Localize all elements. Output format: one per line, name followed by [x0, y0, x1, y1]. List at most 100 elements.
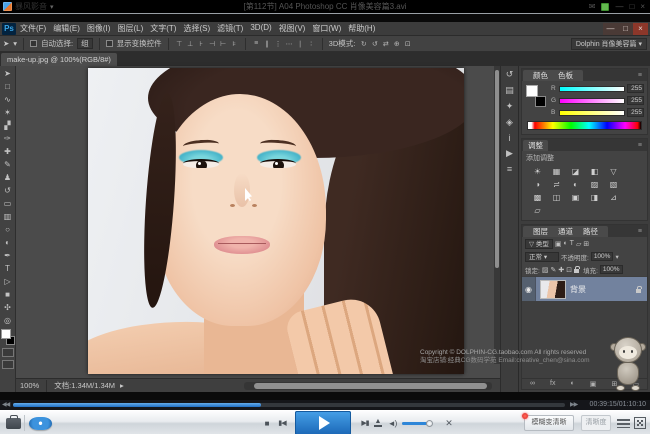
layer-filter-icon[interactable]: ◐ — [563, 240, 567, 248]
vertical-scrollbar[interactable] — [494, 66, 500, 364]
ps-close-button[interactable]: × — [633, 23, 648, 35]
adjustments-tab[interactable]: 调整 — [523, 140, 548, 151]
quick-select-tool[interactable]: ✶ — [1, 106, 15, 119]
panel-menu-icon[interactable]: ≡ — [633, 140, 647, 151]
threed-mode-icon[interactable]: ↻ — [359, 40, 368, 48]
fullscreen-button[interactable]: ✕ — [441, 411, 457, 434]
layers-panel-bottom-icon[interactable]: fx — [550, 380, 555, 388]
channel-slider[interactable] — [559, 86, 625, 92]
panel-tab[interactable]: 颜色 — [528, 70, 553, 81]
zoom-level[interactable]: 100% — [20, 381, 39, 390]
marquee-tool[interactable]: □ — [1, 80, 15, 93]
rewind-icon[interactable]: ◀◀ — [2, 401, 9, 408]
channel-value[interactable]: 255 — [627, 84, 644, 93]
channel-slider[interactable] — [559, 110, 625, 116]
layers-panel-bottom-icon[interactable]: ◐ — [571, 380, 575, 388]
layer-row-background[interactable]: ◉ 背景 — [522, 277, 647, 301]
show-transform-checkbox[interactable] — [106, 40, 113, 47]
align-icon[interactable]: ⊥ — [186, 40, 195, 48]
lasso-tool[interactable]: ∿ — [1, 93, 15, 106]
opacity-value[interactable]: 100% — [591, 252, 614, 261]
previous-button[interactable]: ▮◀ — [274, 411, 290, 434]
panel-tab[interactable]: 通道 — [553, 226, 578, 237]
eyedropper-tool[interactable]: ✑ — [1, 132, 15, 145]
fill-value[interactable]: 100% — [600, 265, 623, 274]
skin-button[interactable] — [601, 3, 609, 11]
layers-panel-bottom-icon[interactable]: ∞ — [530, 380, 535, 388]
align-icon[interactable]: ⊧ — [230, 40, 239, 48]
history-brush-tool[interactable]: ↺ — [1, 184, 15, 197]
adjustment-icon[interactable]: ◧ — [585, 165, 604, 178]
layer-name[interactable]: 背景 — [570, 284, 636, 295]
channel-slider[interactable] — [559, 98, 625, 104]
screen-mode-button[interactable] — [2, 360, 14, 369]
healing-brush-tool[interactable]: ✚ — [1, 145, 15, 158]
adjustment-icon[interactable]: ◫ — [547, 191, 566, 204]
layers-panel-bottom-icon[interactable]: ▣ — [590, 380, 597, 388]
foreground-color-swatch[interactable] — [1, 329, 11, 339]
tool-preset-caret-icon[interactable]: ▾ — [13, 39, 17, 48]
clone-stamp-tool[interactable]: ♟ — [1, 171, 15, 184]
auto-select-checkbox[interactable] — [30, 40, 37, 47]
clarity-enhance-button[interactable]: 模糊变清晰 — [524, 415, 574, 431]
align-icon[interactable]: ⊦ — [197, 40, 206, 48]
navigator-panel-icon[interactable]: ◈ — [506, 117, 513, 128]
lock-all-icon[interactable] — [574, 269, 579, 273]
volume-slider[interactable] — [402, 422, 430, 425]
distribute-icon[interactable]: ⋮ — [274, 40, 283, 48]
adjustment-icon[interactable]: ◪ — [566, 165, 585, 178]
distribute-icon[interactable]: ∶ — [307, 40, 316, 48]
playlist-icon[interactable] — [617, 419, 630, 428]
horizontal-scrollbar-thumb[interactable] — [254, 383, 487, 389]
opacity-caret-icon[interactable]: ▾ — [615, 253, 618, 261]
adjustment-icon[interactable]: ▽ — [604, 165, 623, 178]
styles-panel-icon[interactable]: ✦ — [506, 101, 514, 112]
threed-mode-icon[interactable]: ⇄ — [381, 40, 390, 48]
channel-value[interactable]: 255 — [627, 108, 644, 117]
gradient-tool[interactable]: ▥ — [1, 210, 15, 223]
threed-mode-icon[interactable]: ↺ — [370, 40, 379, 48]
toolbox-icon[interactable] — [6, 418, 21, 429]
close-button[interactable]: × — [640, 3, 645, 11]
adjustment-icon[interactable]: ▣ — [566, 191, 585, 204]
zoom-tool[interactable]: ◎ — [1, 314, 15, 327]
panel-tab[interactable]: 路径 — [578, 226, 603, 237]
channels-strip-icon[interactable]: ≡ — [507, 164, 512, 174]
maximize-button[interactable]: □ — [629, 3, 634, 11]
adjustment-icon[interactable]: ▩ — [528, 191, 547, 204]
app-menu-caret-icon[interactable]: ▾ — [50, 3, 54, 11]
color-swatches[interactable] — [1, 329, 15, 345]
lock-icon[interactable]: ✚ — [558, 266, 564, 274]
document-tab[interactable]: make-up.jpg @ 100%(RGB/8#) — [1, 53, 117, 66]
adjustment-icon[interactable]: ▦ — [547, 165, 566, 178]
photo-makeup-portrait[interactable] — [88, 68, 464, 374]
adjustment-icon[interactable]: ▱ — [528, 204, 547, 217]
lock-icon[interactable]: ✎ — [550, 266, 556, 274]
layer-filter-icon[interactable]: ▱ — [576, 240, 581, 248]
move-tool[interactable]: ➤ — [1, 67, 15, 80]
ps-maximize-button[interactable]: □ — [618, 23, 633, 35]
forward-icon[interactable]: ▶▶ — [570, 401, 577, 408]
channel-value[interactable]: 255 — [627, 96, 644, 105]
minimize-button[interactable]: — — [615, 3, 623, 11]
play-button[interactable] — [295, 411, 351, 434]
menu-item[interactable]: 文件(F) — [20, 23, 46, 34]
stop-button[interactable]: ■ — [260, 411, 274, 434]
threed-mode-icon[interactable]: ⊡ — [403, 40, 412, 48]
layer-filter-icon[interactable]: ▣ — [555, 240, 562, 248]
vertical-scrollbar-thumb[interactable] — [495, 70, 499, 268]
menu-item[interactable]: 3D(D) — [250, 23, 271, 34]
history-panel-icon[interactable]: ↺ — [506, 69, 514, 80]
distribute-icon[interactable]: ∣ — [296, 40, 305, 48]
adjustment-icon[interactable]: ⊿ — [604, 191, 623, 204]
crop-tool[interactable]: ▞ — [1, 119, 15, 132]
shape-tool[interactable]: ■ — [1, 288, 15, 301]
align-icon[interactable]: ⊢ — [219, 40, 228, 48]
volume-knob[interactable] — [426, 420, 433, 427]
adjustment-icon[interactable]: ▨ — [585, 178, 604, 191]
actions-panel-icon[interactable]: ▶ — [506, 148, 513, 159]
eraser-tool[interactable]: ▭ — [1, 197, 15, 210]
status-caret-icon[interactable]: ▸ — [120, 381, 124, 390]
layer-filter-icon[interactable]: ⊞ — [583, 240, 589, 248]
dodge-tool[interactable]: ◐ — [1, 236, 15, 249]
